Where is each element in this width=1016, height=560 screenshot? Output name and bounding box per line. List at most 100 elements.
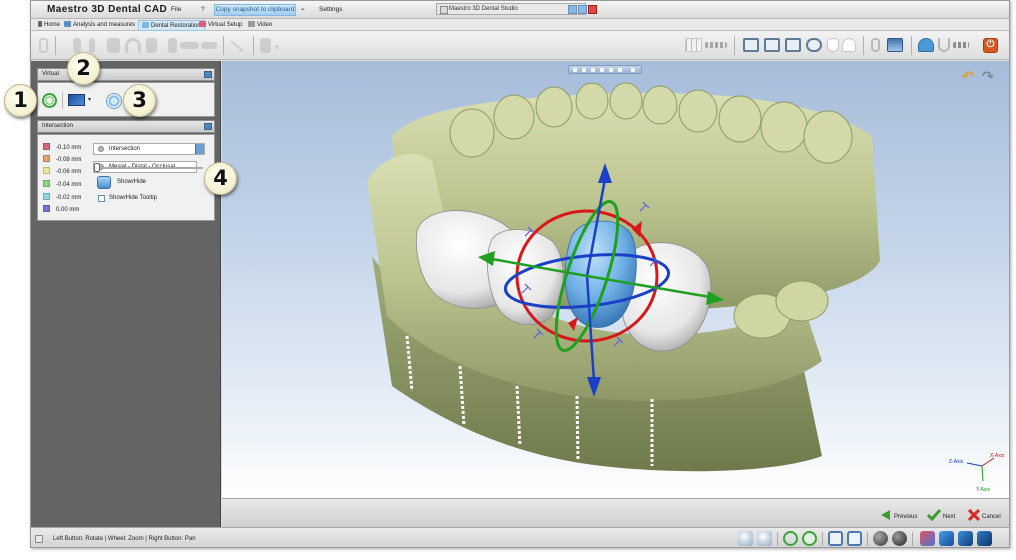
status-hint: Left Button: Rotate | Wheel: Zoom | Righ…	[53, 536, 196, 542]
pontic-tool-icon[interactable]	[168, 38, 177, 53]
toolbar-separator	[223, 36, 224, 55]
chevron-down-icon[interactable]: ▾	[88, 96, 91, 103]
snapshot-dropdown-icon[interactable]: ⌄	[300, 4, 306, 12]
grid-view-icon[interactable]	[685, 38, 702, 52]
intersection-title: Intersection	[42, 123, 74, 129]
wireframe-icon[interactable]	[892, 531, 907, 546]
intersection-header[interactable]: Intersection	[37, 120, 215, 133]
box-view-icon[interactable]	[847, 531, 862, 546]
viewport-tool-icon[interactable]	[609, 68, 613, 72]
viewport-tool-icon[interactable]	[573, 68, 577, 72]
toolbar-separator	[863, 36, 864, 55]
restoration-icon	[142, 22, 149, 28]
menu-settings[interactable]: Settings	[319, 6, 343, 13]
users-alt-icon[interactable]	[757, 531, 772, 546]
z-axis-label: Z-Axis	[949, 459, 964, 465]
occlusion-view-icon[interactable]	[743, 38, 759, 52]
tooth-outline-tool-icon[interactable]	[39, 38, 48, 53]
implant-tool-icon[interactable]	[260, 38, 271, 53]
chain-tool-icon[interactable]	[201, 42, 217, 49]
ribbon-toolbar: ⏻	[31, 31, 1009, 60]
power-icon[interactable]: ⏻	[983, 38, 998, 53]
minimize-button[interactable]	[568, 5, 577, 14]
legend-swatch	[43, 155, 50, 162]
viewport-mini-toolbar[interactable]	[568, 65, 642, 74]
next-button[interactable]: Next	[927, 509, 955, 521]
intersection-mode-select[interactable]: Intersection	[93, 143, 205, 155]
color-map-icon[interactable]	[68, 94, 85, 106]
tab-analysis[interactable]: Analysis and measures	[61, 20, 138, 31]
cube-dark-icon[interactable]	[958, 531, 973, 546]
toolbar-separator	[867, 532, 868, 546]
legend-value: 0.00 mm	[56, 207, 80, 213]
shading-icon[interactable]	[873, 531, 888, 546]
zoom-fit-icon[interactable]	[783, 531, 798, 546]
anatomic-crown-tool-icon[interactable]	[107, 38, 120, 53]
cube-side-icon[interactable]	[977, 531, 992, 546]
implant-dropdown-icon[interactable]	[275, 45, 279, 49]
rotate-gizmo-icon[interactable]	[42, 93, 57, 108]
viewport-tool-icon[interactable]	[582, 68, 586, 72]
teeth-toggle-icon[interactable]	[953, 42, 969, 48]
collapse-icon[interactable]	[204, 123, 212, 130]
menu-help[interactable]: ?	[201, 6, 205, 13]
chevron-down-icon[interactable]	[195, 144, 204, 154]
crown-tool-icon[interactable]	[73, 38, 81, 53]
x-axis-label: X-Axis	[990, 453, 1005, 459]
gizmo-settings-icon[interactable]	[106, 93, 122, 109]
show-hide-icon[interactable]	[97, 176, 111, 189]
tab-virtual-setup[interactable]: Virtual Setup	[196, 20, 245, 31]
viewport-tool-icon[interactable]	[618, 68, 622, 72]
virtual-controls-header[interactable]: Virtual	[37, 68, 215, 81]
model-view-icon[interactable]	[842, 38, 856, 52]
tab-home[interactable]: Home	[35, 20, 63, 31]
cancel-button[interactable]: Cancel	[968, 509, 1001, 521]
frontal-view-icon[interactable]	[764, 38, 780, 52]
legend-item: -0.02 mm	[43, 193, 81, 202]
toolbar-separator	[55, 36, 56, 55]
callout-4: 4	[204, 162, 237, 195]
plane-slider-track[interactable]	[97, 167, 203, 169]
maximize-button[interactable]	[578, 5, 587, 14]
layout-options-icon[interactable]	[705, 42, 727, 48]
coping-tool-icon[interactable]	[89, 38, 95, 53]
right-view-icon[interactable]	[806, 38, 822, 52]
show-hide-tooltip-checkbox[interactable]	[98, 195, 105, 202]
3d-viewport[interactable]: X-Axis Z-Axis Y-Axis ↶ ↷	[222, 61, 1010, 498]
line-tool-icon[interactable]	[230, 40, 244, 52]
legend-value: -0.02 mm	[56, 195, 82, 201]
viewport-tool-icon[interactable]	[591, 68, 595, 72]
collapse-icon[interactable]	[204, 71, 212, 78]
arch-upper-icon[interactable]	[918, 38, 934, 52]
cube-blue-icon[interactable]	[939, 531, 954, 546]
users-icon[interactable]	[738, 531, 753, 546]
toolbar-separator	[822, 532, 823, 546]
show-hide-label[interactable]: Show/Hide	[117, 179, 146, 185]
tab-video[interactable]: Video	[245, 20, 275, 31]
viewport-tool-icon[interactable]	[600, 68, 604, 72]
tooth-view-icon[interactable]	[827, 38, 839, 52]
close-button[interactable]	[588, 5, 597, 14]
tab-dental-restoration[interactable]: Dental Restoration	[138, 20, 205, 31]
implant-view-icon[interactable]	[871, 38, 880, 52]
cube-color-icon[interactable]	[920, 531, 935, 546]
abutment-tool-icon[interactable]	[146, 38, 157, 53]
next-label: Next	[943, 514, 956, 520]
menu-file[interactable]: File	[171, 6, 181, 13]
plane-slider-handle[interactable]	[94, 163, 100, 172]
copy-snapshot-button[interactable]: Copy snapshot to clipboard	[214, 4, 296, 16]
arch-lower-icon[interactable]	[938, 38, 950, 52]
bar-tool-icon[interactable]	[180, 42, 199, 49]
legend-value: -0.10 mm	[56, 145, 82, 151]
dental-model-scene[interactable]: X-Axis Z-Axis Y-Axis	[222, 61, 1010, 498]
rotate-view-icon[interactable]	[802, 531, 817, 546]
previous-button[interactable]: Previous	[880, 509, 917, 521]
undo-icon[interactable]: ↶	[962, 68, 974, 85]
bridge-arch-tool-icon[interactable]	[125, 38, 141, 53]
redo-icon[interactable]: ↷	[982, 68, 994, 85]
show-hide-tooltip-label[interactable]: Show/Hide Tooltip	[109, 195, 157, 201]
slices-view-icon[interactable]	[887, 38, 903, 52]
frame-view-icon[interactable]	[828, 531, 843, 546]
left-view-icon[interactable]	[785, 38, 801, 52]
viewport-tool-icon[interactable]	[631, 68, 635, 72]
